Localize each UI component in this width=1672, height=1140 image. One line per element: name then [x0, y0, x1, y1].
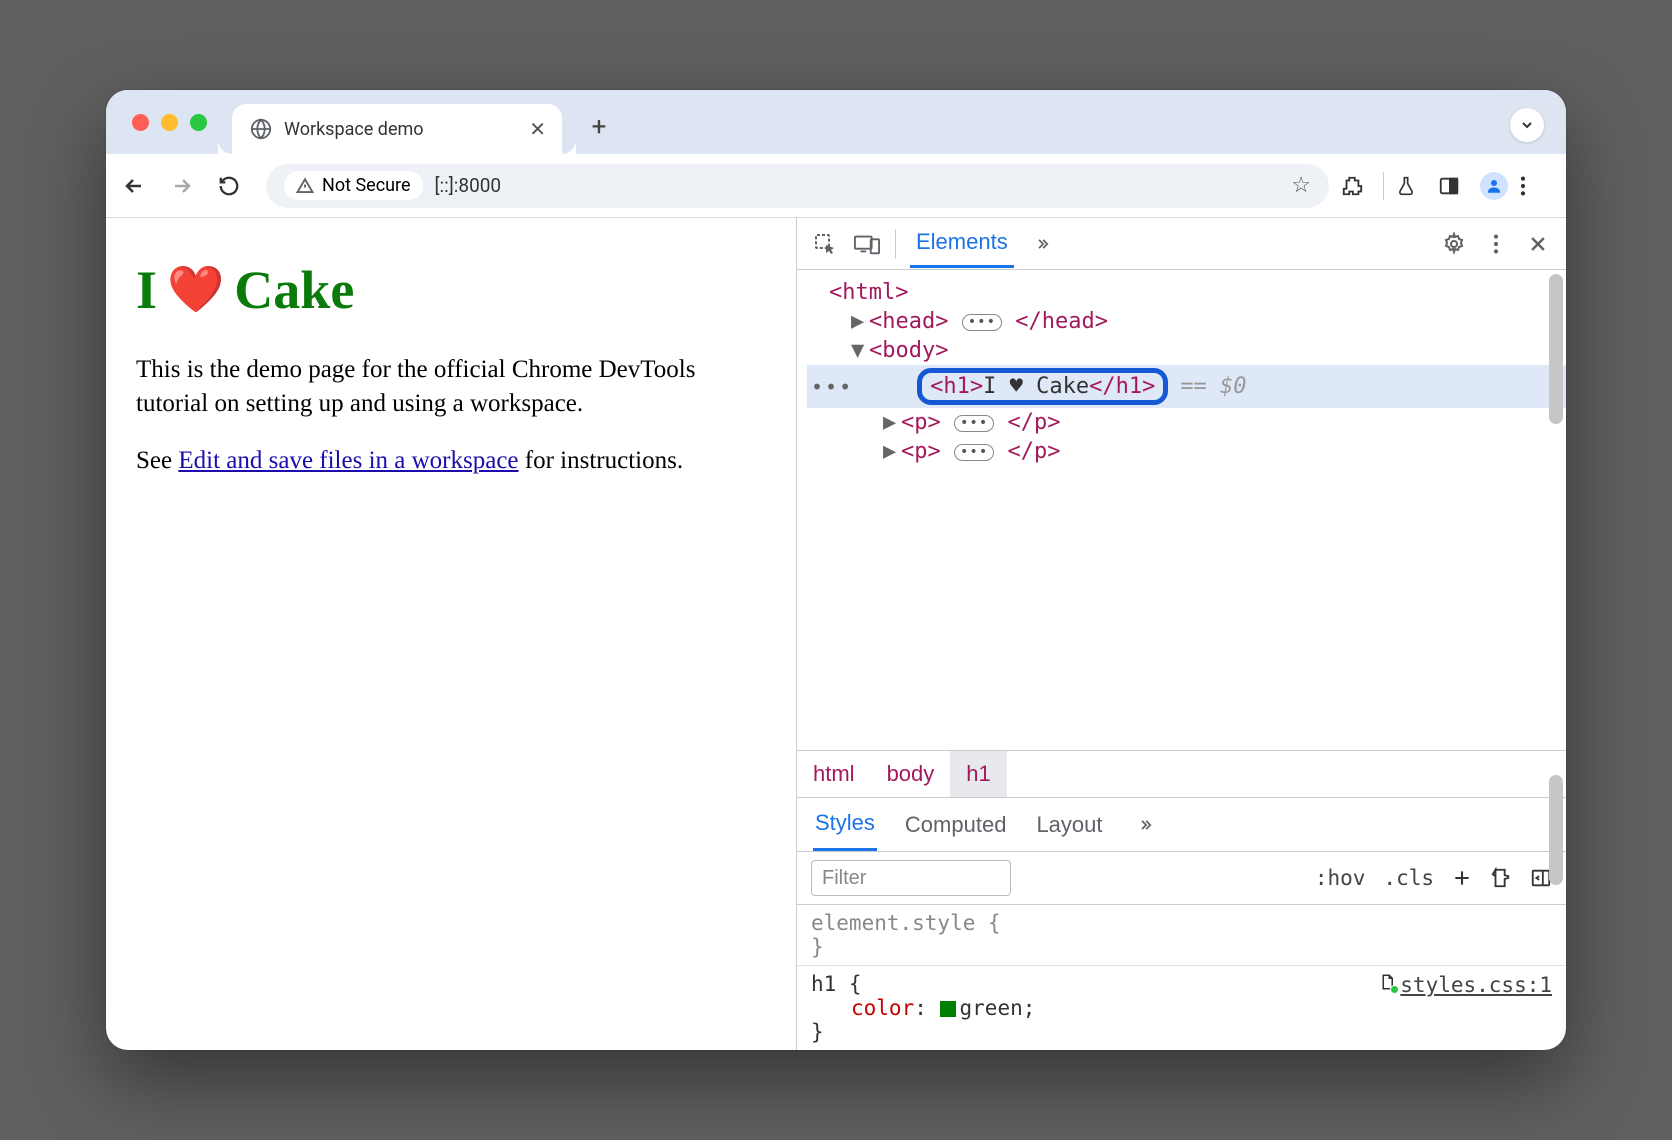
tabs-dropdown-button[interactable] — [1510, 108, 1544, 142]
p2-pre: See — [136, 447, 178, 474]
styles-filter-input[interactable]: Filter — [811, 860, 1011, 896]
tab-elements[interactable]: Elements — [910, 219, 1014, 268]
devtools-toolbar: Elements — [797, 218, 1566, 270]
rule-declaration[interactable]: color: green; — [811, 996, 1552, 1020]
window-controls — [132, 114, 207, 131]
inspect-element-icon[interactable] — [811, 230, 839, 258]
toolbar: Not Secure [::]:8000 ☆ — [106, 154, 1566, 218]
devtools-kebab-icon[interactable] — [1482, 230, 1510, 258]
bookmark-star-icon[interactable]: ☆ — [1291, 173, 1311, 198]
maximize-window-button[interactable] — [190, 114, 207, 131]
crumb-html[interactable]: html — [797, 751, 871, 797]
new-tab-button[interactable]: + — [584, 112, 614, 142]
rule-source-link[interactable]: styles.css:1 — [1378, 972, 1552, 997]
subtab-layout[interactable]: Layout — [1034, 800, 1104, 850]
address-bar[interactable]: Not Secure [::]:8000 ☆ — [266, 164, 1329, 208]
security-chip[interactable]: Not Secure — [284, 171, 423, 200]
subtab-computed[interactable]: Computed — [903, 800, 1009, 850]
device-toolbar-icon[interactable] — [853, 230, 881, 258]
subtab-styles[interactable]: Styles — [813, 798, 877, 851]
crumb-body[interactable]: body — [871, 751, 951, 797]
tab-title: Workspace demo — [284, 119, 517, 140]
dom-breadcrumb: html body h1 — [797, 750, 1566, 797]
back-button[interactable] — [122, 174, 158, 198]
css-prop: color — [851, 996, 914, 1020]
content-area: I ❤️ Cake This is the demo page for the … — [106, 218, 1566, 1050]
dom-node-body[interactable]: ▼<body> — [807, 336, 1566, 365]
browser-tab[interactable]: Workspace demo ✕ — [232, 104, 562, 154]
h1-text: I ♥ Cake — [983, 374, 1089, 399]
dom-node-h1-selected[interactable]: ••• <h1>I ♥ Cake</h1> == $0 — [807, 365, 1566, 408]
extensions-icon[interactable] — [1341, 175, 1371, 197]
url-text: [::]:8000 — [435, 174, 1280, 197]
reload-button[interactable] — [218, 175, 254, 197]
page-paragraph-2: See Edit and save files in a workspace f… — [136, 444, 766, 478]
heading-text-i: I — [136, 254, 157, 327]
file-icon — [1378, 972, 1396, 992]
p2-post: for instructions. — [519, 447, 684, 474]
dom-node-p1[interactable]: ▶<p> ••• </p> — [807, 408, 1566, 437]
tab-strip: Workspace demo ✕ + — [106, 90, 1566, 154]
rule-source-text: styles.css:1 — [1400, 973, 1552, 997]
heading-text-cake: Cake — [234, 254, 354, 327]
rendered-page: I ❤️ Cake This is the demo page for the … — [106, 218, 796, 1050]
dom-node-head[interactable]: ▶<head> ••• </head> — [807, 307, 1566, 336]
close-devtools-icon[interactable] — [1524, 230, 1552, 258]
heart-icon: ❤️ — [167, 259, 224, 321]
workspace-link[interactable]: Edit and save files in a workspace — [178, 447, 518, 474]
element-style-selector: element.style { — [811, 911, 1552, 935]
forward-button[interactable] — [170, 174, 206, 198]
devtools-scrollbar[interactable] — [1546, 270, 1566, 1050]
toolbar-separator — [1383, 172, 1384, 200]
more-tabs-icon[interactable] — [1028, 230, 1056, 258]
warning-icon — [296, 177, 314, 195]
minimize-window-button[interactable] — [161, 114, 178, 131]
selected-node-ref: == $0 — [1180, 374, 1246, 399]
h1-close-tag: </h1> — [1089, 374, 1155, 399]
page-paragraph-1: This is the demo page for the official C… — [136, 353, 766, 421]
close-tab-icon[interactable]: ✕ — [529, 117, 546, 141]
close-window-button[interactable] — [132, 114, 149, 131]
crumb-h1[interactable]: h1 — [950, 751, 1006, 797]
kebab-menu-icon[interactable] — [1520, 175, 1550, 197]
security-label: Not Secure — [322, 175, 411, 196]
gear-icon[interactable] — [1440, 230, 1468, 258]
side-panel-icon[interactable] — [1438, 175, 1468, 197]
globe-icon — [250, 118, 272, 140]
row-actions-icon[interactable]: ••• — [811, 375, 853, 399]
cls-toggle[interactable]: .cls — [1383, 866, 1434, 890]
dom-node-p2[interactable]: ▶<p> ••• </p> — [807, 437, 1566, 466]
devtools-separator — [895, 229, 896, 259]
styles-subtab-bar: Styles Computed Layout — [797, 797, 1566, 851]
profile-avatar[interactable] — [1480, 172, 1508, 200]
styles-toolbar: Filter :hov .cls — [797, 851, 1566, 904]
paint-flash-icon[interactable] — [1490, 867, 1512, 889]
dom-tree[interactable]: <html> ▶<head> ••• </head> ▼<body> ••• <… — [797, 270, 1566, 750]
h1-open-tag: <h1> — [930, 374, 983, 399]
page-heading: I ❤️ Cake — [136, 254, 766, 327]
rule-element-style[interactable]: element.style { } — [797, 905, 1566, 965]
color-swatch[interactable] — [940, 1001, 956, 1017]
dom-node-html[interactable]: <html> — [807, 278, 1566, 307]
element-style-close: } — [811, 935, 1552, 959]
browser-window: Workspace demo ✕ + Not Secure [::]:8000 … — [106, 90, 1566, 1050]
more-subtabs-icon[interactable] — [1131, 811, 1159, 839]
rule-h1[interactable]: styles.css:1 h1 { color: green; } — [797, 965, 1566, 1050]
filter-placeholder: Filter — [822, 867, 866, 890]
labs-icon[interactable] — [1396, 175, 1426, 197]
styles-rules: element.style { } styles.css:1 h1 { colo… — [797, 904, 1566, 1050]
devtools-panel: Elements <html> ▶<head> ••• </head> — [796, 218, 1566, 1050]
new-style-rule-icon[interactable] — [1452, 868, 1472, 888]
rule-close: } — [811, 1020, 1552, 1044]
hov-toggle[interactable]: :hov — [1315, 866, 1366, 890]
css-value: green — [960, 996, 1023, 1020]
